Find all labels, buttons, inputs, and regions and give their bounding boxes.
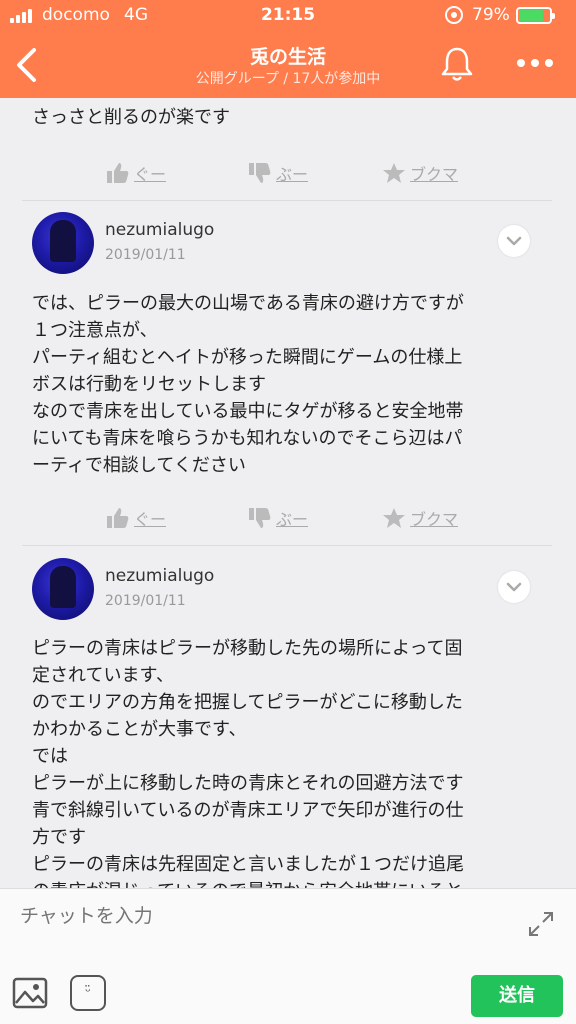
more-dots-icon[interactable] [510,48,560,78]
post-line: なので青床を出している最中にタゲが移ると安全地帯 [32,401,464,422]
status-bar: docomo 4G 21:15 79% [0,0,576,32]
bookmark-button[interactable]: ブクマ [382,161,458,185]
post-line: の青床が混じっているので最初から安全地帯にいると [32,878,464,888]
post-line: 定されています、 [32,665,175,686]
thumbs-up-icon [107,508,129,528]
like-button[interactable]: ぐー [106,161,166,185]
post-text-tail: さっさと削るのが楽です [32,107,230,128]
post-username[interactable]: nezumialugo [105,566,214,586]
post-line: 方です [32,827,86,848]
rotation-lock-icon [445,6,463,24]
battery-percent: 79% [472,5,510,25]
post-date: 2019/01/11 [105,593,186,609]
thumbs-down-icon [249,508,271,528]
star-icon [383,163,405,183]
like-button[interactable]: ぐー [106,506,166,530]
group-title: 兎の生活 [249,46,326,68]
divider [22,545,552,546]
chat-input-bar: ᵕ̈ 送信 [0,888,576,1024]
bell-icon[interactable] [438,44,476,84]
avatar[interactable] [32,212,94,274]
post-line: のでエリアの方角を把握してピラーがどこに移動した [32,692,463,713]
bookmark-label: ブクマ [410,165,459,184]
post-date: 2019/01/11 [105,247,186,263]
group-subtitle[interactable]: 公開グループ / 17人が参加中 [0,68,576,88]
dislike-button[interactable]: ぶー [248,506,308,530]
dislike-button[interactable]: ぶー [248,161,308,185]
post-line: １つ注意点が、 [32,320,158,341]
post-line: にいても青床を喰らうかも知れないのでそこら辺はパ [32,428,463,449]
dislike-label: ぶー [276,165,309,184]
bookmark-button[interactable]: ブクマ [382,506,458,530]
image-icon[interactable] [12,977,48,1009]
top-bar: docomo 4G 21:15 79% 兎の生活 公開グループ / 17人が参加… [0,0,576,98]
post-body: では、ピラーの最大の山場である青床の避け方ですが １つ注意点が、 パーティ組むと… [32,290,464,479]
post-line: ピラーが上に移動した時の青床とそれの回避方法です [32,773,464,794]
post-line: では [32,746,68,767]
post-line: では、ピラーの最大の山場である青床の避け方ですが [32,293,464,314]
like-label: ぐー [134,510,167,529]
dislike-label: ぶー [276,510,309,529]
post-line: 青で斜線引いているのが青床エリアで矢印が進行の仕 [32,800,464,821]
chevron-down-icon[interactable] [498,225,530,257]
thumbs-up-icon [107,163,129,183]
chat-feed[interactable]: さっさと削るのが楽です ぐー ぶー ブクマ nezumialugo 2019/0… [0,98,576,888]
post-actions: ぐー ぶー ブクマ [0,498,576,538]
battery-icon [516,7,555,24]
bookmark-label: ブクマ [410,510,459,529]
expand-icon[interactable] [526,909,556,939]
sticker-icon[interactable]: ᵕ̈ [70,975,106,1011]
post-username[interactable]: nezumialugo [105,220,214,240]
post-line: ボスは行動をリセットします [32,374,266,395]
chevron-down-icon[interactable] [498,571,530,603]
post-line: ピラーの青床は先程固定と言いましたが１つだけ追尾 [32,854,464,875]
send-button[interactable]: 送信 [471,975,563,1017]
post-line: パーティ組むとヘイトが移った瞬間にゲームの仕様上 [32,347,463,368]
chat-input[interactable] [20,905,500,927]
avatar[interactable] [32,558,94,620]
post-line: ーティで相談してください [32,455,246,476]
star-icon [383,508,405,528]
like-label: ぐー [134,165,167,184]
divider [22,200,552,201]
post-line: ピラーの青床はピラーが移動した先の場所によって固 [32,638,463,659]
thumbs-down-icon [249,163,271,183]
post-body: ピラーの青床はピラーが移動した先の場所によって固 定されています、 のでエリアの… [32,635,464,888]
post-actions: ぐー ぶー ブクマ [0,153,576,193]
post-line: かわかることが大事です、 [32,719,247,740]
